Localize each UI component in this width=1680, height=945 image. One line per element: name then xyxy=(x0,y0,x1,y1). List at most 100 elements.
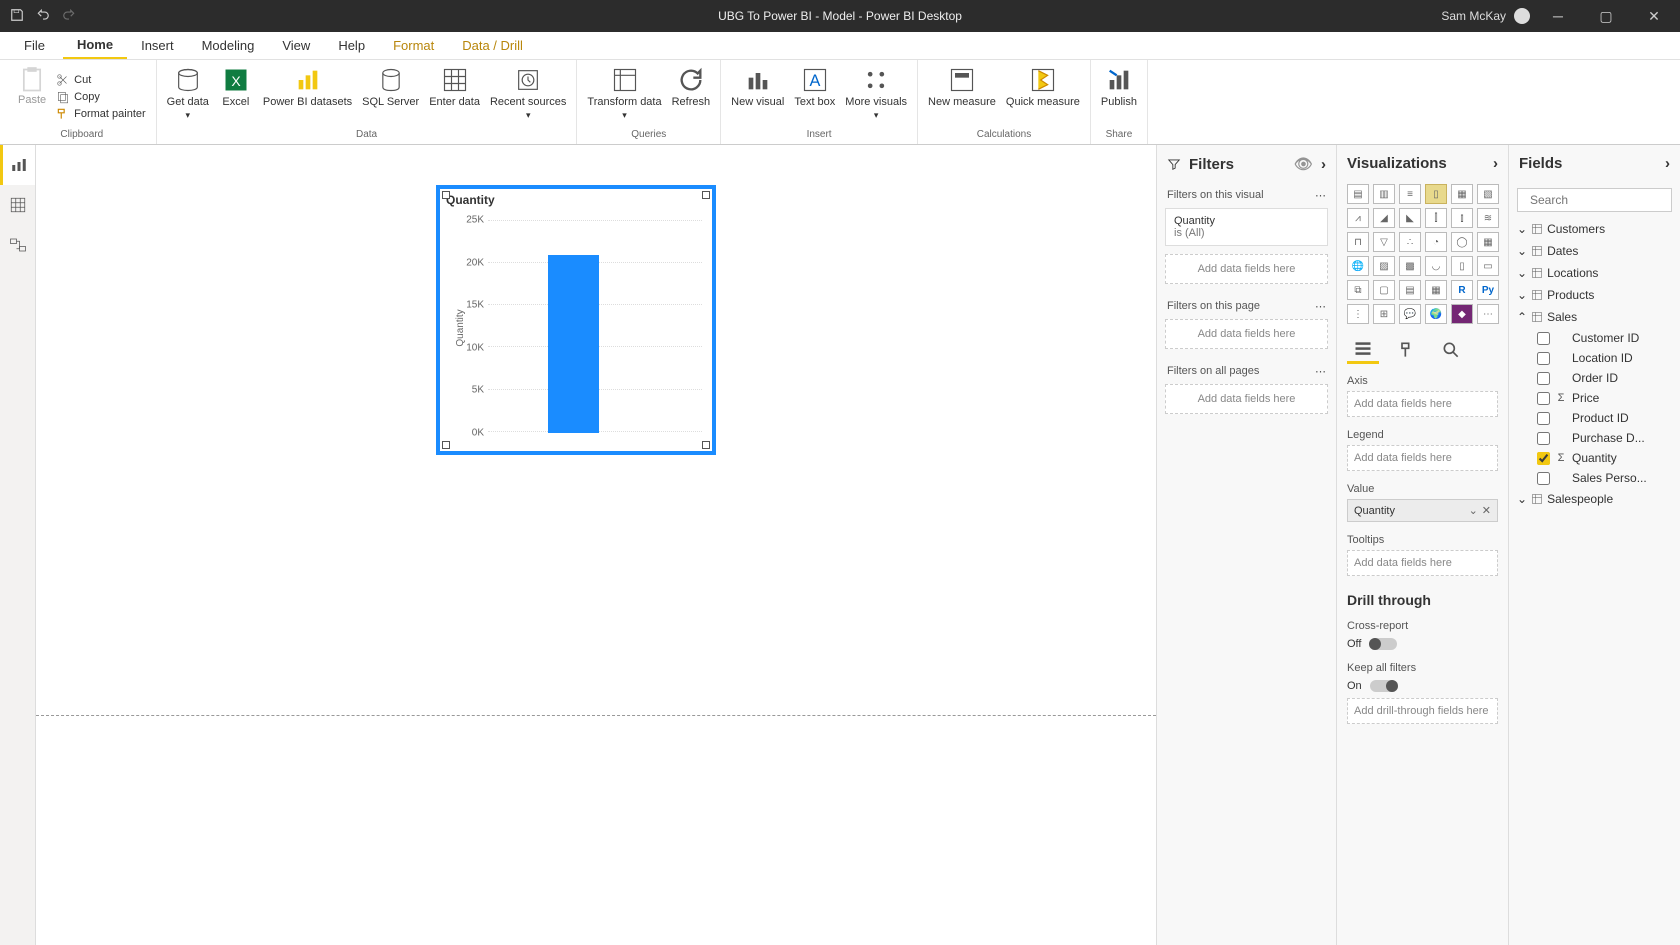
tab-data-drill[interactable]: Data / Drill xyxy=(448,32,537,59)
tab-help[interactable]: Help xyxy=(324,32,379,59)
viz-100-column[interactable]: ▧ xyxy=(1477,184,1499,204)
recent-sources-button[interactable]: Recent sources▾ xyxy=(486,64,570,129)
redo-icon[interactable] xyxy=(62,8,76,25)
close-button[interactable]: ✕ xyxy=(1634,0,1674,32)
field-customer-id[interactable]: Customer ID xyxy=(1509,328,1680,348)
user-account[interactable]: Sam McKay xyxy=(1441,8,1530,24)
viz-multi-card[interactable]: ▭ xyxy=(1477,256,1499,276)
table-products[interactable]: ⌄Products xyxy=(1509,284,1680,306)
viz-slicer[interactable]: ▢ xyxy=(1373,280,1395,300)
tab-view[interactable]: View xyxy=(268,32,324,59)
new-visual-button[interactable]: New visual xyxy=(727,64,788,129)
data-view-button[interactable] xyxy=(0,185,35,225)
viz-line-stacked[interactable]: ⫾ xyxy=(1451,208,1473,228)
pbi-datasets-button[interactable]: Power BI datasets xyxy=(259,64,356,129)
remove-field-icon[interactable]: ✕ xyxy=(1482,504,1491,517)
viz-ribbon[interactable]: ≋ xyxy=(1477,208,1499,228)
viz-key-influencers[interactable]: ⋮ xyxy=(1347,304,1369,324)
format-tab[interactable] xyxy=(1391,336,1423,364)
paste-button[interactable]: Paste xyxy=(14,64,50,129)
enter-data-button[interactable]: Enter data xyxy=(425,64,484,129)
filter-drop-visual[interactable]: Add data fields here xyxy=(1165,254,1328,284)
viz-waterfall[interactable]: ⊓ xyxy=(1347,232,1369,252)
maximize-button[interactable]: ▢ xyxy=(1586,0,1626,32)
viz-table[interactable]: ▤ xyxy=(1399,280,1421,300)
viz-donut[interactable]: ◯ xyxy=(1451,232,1473,252)
axis-well[interactable]: Add data fields here xyxy=(1347,391,1498,417)
get-data-button[interactable]: Get data▾ xyxy=(163,64,213,129)
drill-through-well[interactable]: Add drill-through fields here xyxy=(1347,698,1498,724)
chevron-down-icon[interactable]: ⌄ xyxy=(1469,504,1478,517)
field-purchase-date[interactable]: Purchase D... xyxy=(1509,428,1680,448)
resize-handle[interactable] xyxy=(702,441,710,449)
viz-scatter[interactable]: ∴ xyxy=(1399,232,1421,252)
tab-modeling[interactable]: Modeling xyxy=(188,32,269,59)
viz-treemap[interactable]: ▦ xyxy=(1477,232,1499,252)
fields-tab[interactable] xyxy=(1347,336,1379,364)
legend-well[interactable]: Add data fields here xyxy=(1347,445,1498,471)
tab-insert[interactable]: Insert xyxy=(127,32,188,59)
viz-stacked-bar[interactable]: ▤ xyxy=(1347,184,1369,204)
value-well-item[interactable]: Quantity⌄✕ xyxy=(1347,499,1498,522)
tooltips-well[interactable]: Add data fields here xyxy=(1347,550,1498,576)
filter-drop-all[interactable]: Add data fields here xyxy=(1165,384,1328,414)
eye-icon[interactable]: 👁 xyxy=(1294,155,1313,173)
viz-line[interactable]: ⩘ xyxy=(1347,208,1369,228)
more-visuals-button[interactable]: More visuals▾ xyxy=(841,64,911,129)
field-order-id[interactable]: Order ID xyxy=(1509,368,1680,388)
search-input[interactable] xyxy=(1530,193,1680,207)
field-price[interactable]: ΣPrice xyxy=(1509,388,1680,408)
tab-file[interactable]: File xyxy=(10,32,59,59)
viz-qa[interactable]: 💬 xyxy=(1399,304,1421,324)
viz-clustered-bar[interactable]: ≡ xyxy=(1399,184,1421,204)
viz-stacked-column[interactable]: ▥ xyxy=(1373,184,1395,204)
collapse-icon[interactable]: › xyxy=(1321,156,1326,173)
viz-pie[interactable]: ◔ xyxy=(1425,232,1447,252)
publish-button[interactable]: Publish xyxy=(1097,64,1141,129)
text-box-button[interactable]: AText box xyxy=(790,64,839,129)
undo-icon[interactable] xyxy=(36,8,50,25)
viz-powerapps[interactable]: ◆ xyxy=(1451,304,1473,324)
viz-kpi[interactable]: ⧉ xyxy=(1347,280,1369,300)
table-salespeople[interactable]: ⌄Salespeople xyxy=(1509,488,1680,510)
quick-measure-button[interactable]: Quick measure xyxy=(1002,64,1084,129)
viz-area[interactable]: ◢ xyxy=(1373,208,1395,228)
viz-r[interactable]: R xyxy=(1451,280,1473,300)
table-customers[interactable]: ⌄Customers xyxy=(1509,218,1680,240)
transform-data-button[interactable]: Transform data▾ xyxy=(583,64,665,129)
tab-home[interactable]: Home xyxy=(63,32,127,59)
model-view-button[interactable] xyxy=(0,225,35,265)
excel-button[interactable]: XExcel xyxy=(215,64,257,129)
viz-stacked-area[interactable]: ◣ xyxy=(1399,208,1421,228)
filter-card-quantity[interactable]: Quantity is (All) xyxy=(1165,208,1328,246)
viz-shape-map[interactable]: ▩ xyxy=(1399,256,1421,276)
table-locations[interactable]: ⌄Locations xyxy=(1509,262,1680,284)
field-quantity[interactable]: ΣQuantity xyxy=(1509,448,1680,468)
viz-arcgis[interactable]: 🌍 xyxy=(1425,304,1447,324)
more-icon[interactable]: ⋯ xyxy=(1315,365,1326,378)
table-dates[interactable]: ⌄Dates xyxy=(1509,240,1680,262)
field-location-id[interactable]: Location ID xyxy=(1509,348,1680,368)
resize-handle[interactable] xyxy=(702,191,710,199)
more-icon[interactable]: ⋯ xyxy=(1315,189,1326,202)
viz-funnel[interactable]: ▽ xyxy=(1373,232,1395,252)
sql-server-button[interactable]: SQL Server xyxy=(358,64,423,129)
minimize-button[interactable]: ─ xyxy=(1538,0,1578,32)
field-product-id[interactable]: Product ID xyxy=(1509,408,1680,428)
viz-matrix[interactable]: ▦ xyxy=(1425,280,1447,300)
table-sales[interactable]: ⌃Sales xyxy=(1509,306,1680,328)
format-painter-button[interactable]: Format painter xyxy=(52,106,150,122)
viz-card[interactable]: ▯ xyxy=(1451,256,1473,276)
new-measure-button[interactable]: New measure xyxy=(924,64,1000,129)
field-sales-person[interactable]: Sales Perso... xyxy=(1509,468,1680,488)
tab-format[interactable]: Format xyxy=(379,32,448,59)
analytics-tab[interactable] xyxy=(1435,336,1467,364)
selected-visual[interactable]: Quantity Quantity 25K 20K 15K 10K 5K 0K xyxy=(436,185,716,455)
fields-search[interactable] xyxy=(1517,188,1672,212)
refresh-button[interactable]: Refresh xyxy=(668,64,715,129)
report-view-button[interactable] xyxy=(0,145,35,185)
save-icon[interactable] xyxy=(10,8,24,25)
viz-line-column[interactable]: ⫿ xyxy=(1425,208,1447,228)
viz-clustered-column[interactable]: ▯ xyxy=(1425,184,1447,204)
keep-filters-toggle[interactable] xyxy=(1370,680,1398,692)
